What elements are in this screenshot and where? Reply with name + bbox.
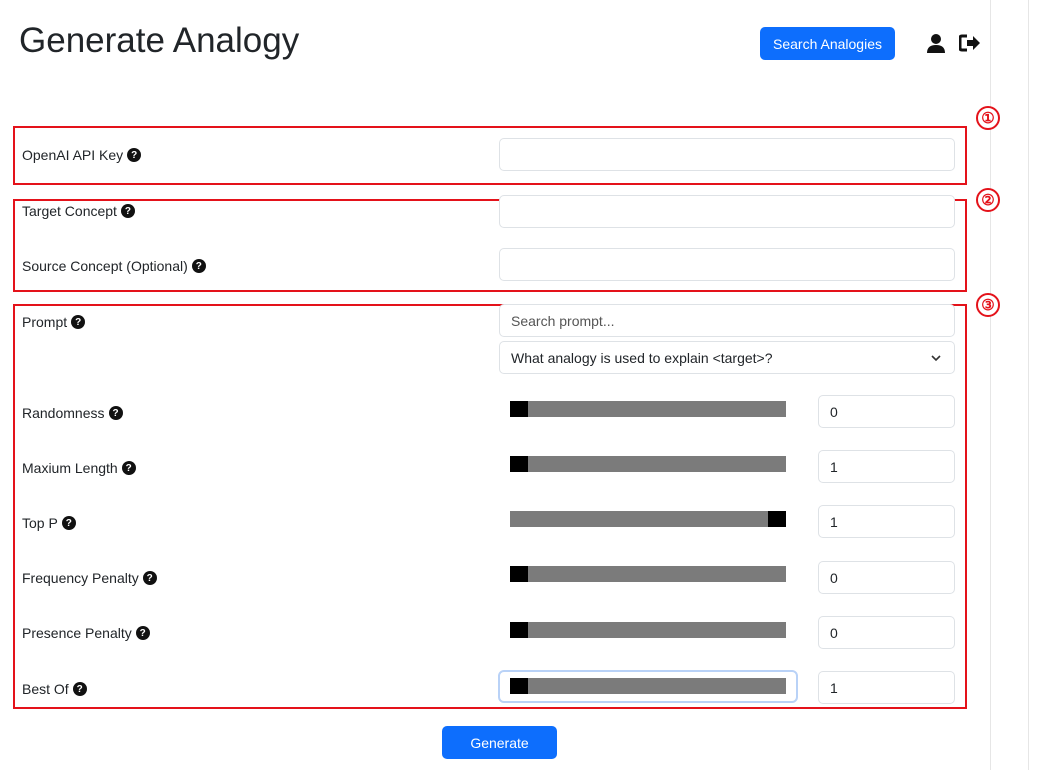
top-p-value-input[interactable]: 1: [818, 505, 955, 538]
prompt-label-text: Prompt: [22, 314, 68, 330]
slider-label-text: Top P: [22, 515, 58, 531]
best-of-value-input[interactable]: 1: [818, 671, 955, 704]
best-of-slider[interactable]: [510, 678, 786, 694]
frequency-penalty-value-input[interactable]: 0: [818, 561, 955, 594]
presence-penalty-value-input[interactable]: 0: [818, 616, 955, 649]
top-p-slider[interactable]: [510, 511, 786, 527]
slider-thumb[interactable]: [768, 511, 786, 527]
slider-thumb[interactable]: [510, 678, 528, 694]
slider-thumb[interactable]: [510, 456, 528, 472]
max-length-label: Maxium Length ?: [22, 458, 136, 478]
slider-label-text: Maxium Length: [22, 460, 118, 476]
help-icon[interactable]: ?: [61, 516, 76, 530]
help-icon[interactable]: ?: [71, 315, 86, 329]
frequency-penalty-slider[interactable]: [510, 566, 786, 582]
slider-thumb[interactable]: [510, 566, 528, 582]
help-icon[interactable]: ?: [72, 682, 87, 696]
max-length-slider[interactable]: [510, 456, 786, 472]
slider-thumb[interactable]: [510, 622, 528, 638]
source-concept-label-text: Source Concept (Optional): [22, 258, 188, 274]
help-icon[interactable]: ?: [135, 626, 150, 640]
randomness-slider[interactable]: [510, 401, 786, 417]
randomness-value-input[interactable]: 0: [818, 395, 955, 428]
search-analogies-button[interactable]: Search Analogies: [760, 27, 895, 60]
prompt-select[interactable]: What analogy is used to explain <target>…: [499, 341, 955, 374]
help-icon[interactable]: ?: [142, 571, 157, 585]
slider-label-text: Randomness: [22, 405, 105, 421]
prompt-select-value: What analogy is used to explain <target>…: [511, 349, 773, 366]
source-concept-input[interactable]: [499, 248, 955, 281]
presence-penalty-slider[interactable]: [510, 622, 786, 638]
chevron-down-icon: [930, 351, 942, 367]
api-key-label-text: OpenAI API Key: [22, 147, 124, 163]
prompt-search-placeholder: Search prompt...: [511, 312, 615, 329]
generate-button[interactable]: Generate: [442, 726, 557, 759]
help-icon[interactable]: ?: [120, 204, 135, 218]
section-2-marker: ②: [976, 188, 1000, 212]
slider-label-text: Presence Penalty: [22, 625, 132, 641]
randomness-label: Randomness ?: [22, 403, 123, 423]
api-key-input[interactable]: [499, 138, 955, 171]
frequency-penalty-label: Frequency Penalty ?: [22, 568, 157, 588]
help-icon[interactable]: ?: [108, 406, 123, 420]
presence-penalty-label: Presence Penalty ?: [22, 623, 150, 643]
max-length-value-input[interactable]: 1: [818, 450, 955, 483]
prompt-search-input[interactable]: Search prompt...: [499, 304, 955, 337]
help-icon[interactable]: ?: [191, 259, 206, 273]
target-concept-label-text: Target Concept: [22, 203, 117, 219]
sign-out-icon[interactable]: [958, 34, 981, 57]
target-concept-label: Target Concept ?: [22, 201, 135, 221]
prompt-label: Prompt ?: [22, 312, 86, 332]
target-concept-input[interactable]: [499, 195, 955, 228]
section-1-marker: ①: [976, 106, 1000, 130]
api-key-label: OpenAI API Key ?: [22, 145, 142, 165]
source-concept-label: Source Concept (Optional) ?: [22, 256, 206, 276]
slider-thumb[interactable]: [510, 401, 528, 417]
help-icon[interactable]: ?: [121, 461, 136, 475]
slider-label-text: Frequency Penalty: [22, 570, 139, 586]
top-p-label: Top P ?: [22, 513, 76, 533]
help-icon[interactable]: ?: [127, 148, 142, 162]
slider-label-text: Best Of: [22, 681, 69, 697]
best-of-label: Best Of ?: [22, 679, 87, 699]
window-edge: [1028, 0, 1029, 770]
user-icon[interactable]: [926, 33, 946, 58]
section-3-marker: ③: [976, 293, 1000, 317]
page-title: Generate Analogy: [19, 21, 300, 60]
